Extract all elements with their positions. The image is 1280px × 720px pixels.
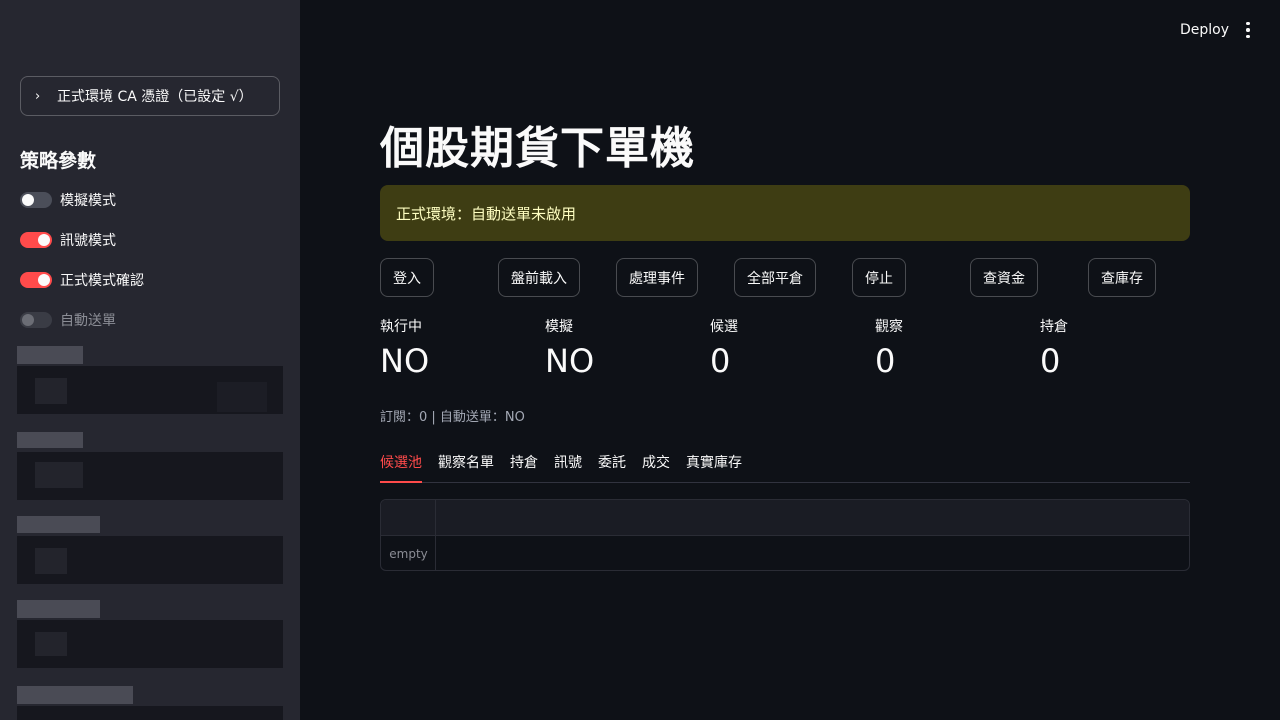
- deploy-button[interactable]: Deploy: [1174, 20, 1235, 40]
- toggle-switch: [20, 312, 52, 328]
- metric-value: NO: [545, 342, 595, 380]
- metric-label: 候選: [710, 319, 738, 335]
- metric-value: 0: [1040, 342, 1061, 380]
- toggle-label: 自動送單: [60, 313, 116, 329]
- table-header: [381, 500, 1189, 536]
- tab-orders[interactable]: 委託: [598, 452, 626, 483]
- toggle-switch[interactable]: [20, 192, 52, 208]
- tab-candidate-pool[interactable]: 候選池: [380, 452, 422, 483]
- toggle-auto-order: 自動送單: [20, 310, 116, 330]
- tab-bar: 候選池 觀察名單 持倉 訊號 委託 成交 真實庫存: [380, 446, 1190, 483]
- metric-positions: 持倉 0: [1040, 316, 1068, 380]
- status-caption: 訂閱：0 | 自動送單：NO: [380, 410, 525, 425]
- tab-real-inventory[interactable]: 真實庫存: [686, 452, 742, 483]
- check-inventory-button[interactable]: 查庫存: [1088, 258, 1156, 297]
- close-all-button[interactable]: 全部平倉: [734, 258, 816, 297]
- toggle-switch[interactable]: [20, 232, 52, 248]
- expander-label: 正式環境 CA 憑證（已設定 √）: [57, 89, 253, 105]
- toggle-label: 訊號模式: [60, 233, 116, 249]
- toggle-label: 正式模式確認: [60, 273, 144, 289]
- login-button[interactable]: 登入: [380, 258, 434, 297]
- process-events-button[interactable]: 處理事件: [616, 258, 698, 297]
- metric-watching: 觀察 0: [875, 316, 903, 380]
- sidebar: › 正式環境 CA 憑證（已設定 √） 策略參數 模擬模式 訊號模式 正式模式確…: [0, 0, 300, 720]
- more-vertical-icon[interactable]: [1238, 20, 1258, 40]
- metric-label: 模擬: [545, 319, 573, 335]
- tab-positions[interactable]: 持倉: [510, 452, 538, 483]
- metric-value: NO: [380, 342, 430, 380]
- metric-candidates: 候選 0: [710, 316, 738, 380]
- metric-label: 持倉: [1040, 319, 1068, 335]
- check-funds-button[interactable]: 查資金: [970, 258, 1038, 297]
- toggle-switch[interactable]: [20, 272, 52, 288]
- tab-fills[interactable]: 成交: [642, 452, 670, 483]
- metric-label: 觀察: [875, 319, 903, 335]
- strategy-params-heading: 策略參數: [20, 150, 97, 172]
- toggle-sim-mode[interactable]: 模擬模式: [20, 190, 116, 210]
- metric-label: 執行中: [380, 319, 422, 335]
- metric-value: 0: [875, 342, 896, 380]
- metric-running: 執行中 NO: [380, 316, 429, 380]
- tab-signals[interactable]: 訊號: [554, 452, 582, 483]
- toggle-label: 模擬模式: [60, 193, 116, 209]
- candidate-table[interactable]: empty: [380, 499, 1190, 571]
- toggle-live-confirm[interactable]: 正式模式確認: [20, 270, 144, 290]
- tab-watchlist[interactable]: 觀察名單: [438, 452, 494, 483]
- toggle-signal-mode[interactable]: 訊號模式: [20, 230, 116, 250]
- ca-cert-expander[interactable]: › 正式環境 CA 憑證（已設定 √）: [20, 76, 280, 116]
- metric-value: 0: [710, 342, 731, 380]
- premarket-load-button[interactable]: 盤前載入: [498, 258, 580, 297]
- warning-alert: 正式環境：自動送單未啟用: [380, 185, 1190, 241]
- table-empty-label: empty: [389, 547, 428, 561]
- stop-button[interactable]: 停止: [852, 258, 906, 297]
- page-title: 個股期貨下單機: [380, 123, 695, 174]
- chevron-right-icon: ›: [35, 88, 41, 104]
- warning-text: 正式環境：自動送單未啟用: [396, 204, 577, 223]
- metric-simulation: 模擬 NO: [545, 316, 594, 380]
